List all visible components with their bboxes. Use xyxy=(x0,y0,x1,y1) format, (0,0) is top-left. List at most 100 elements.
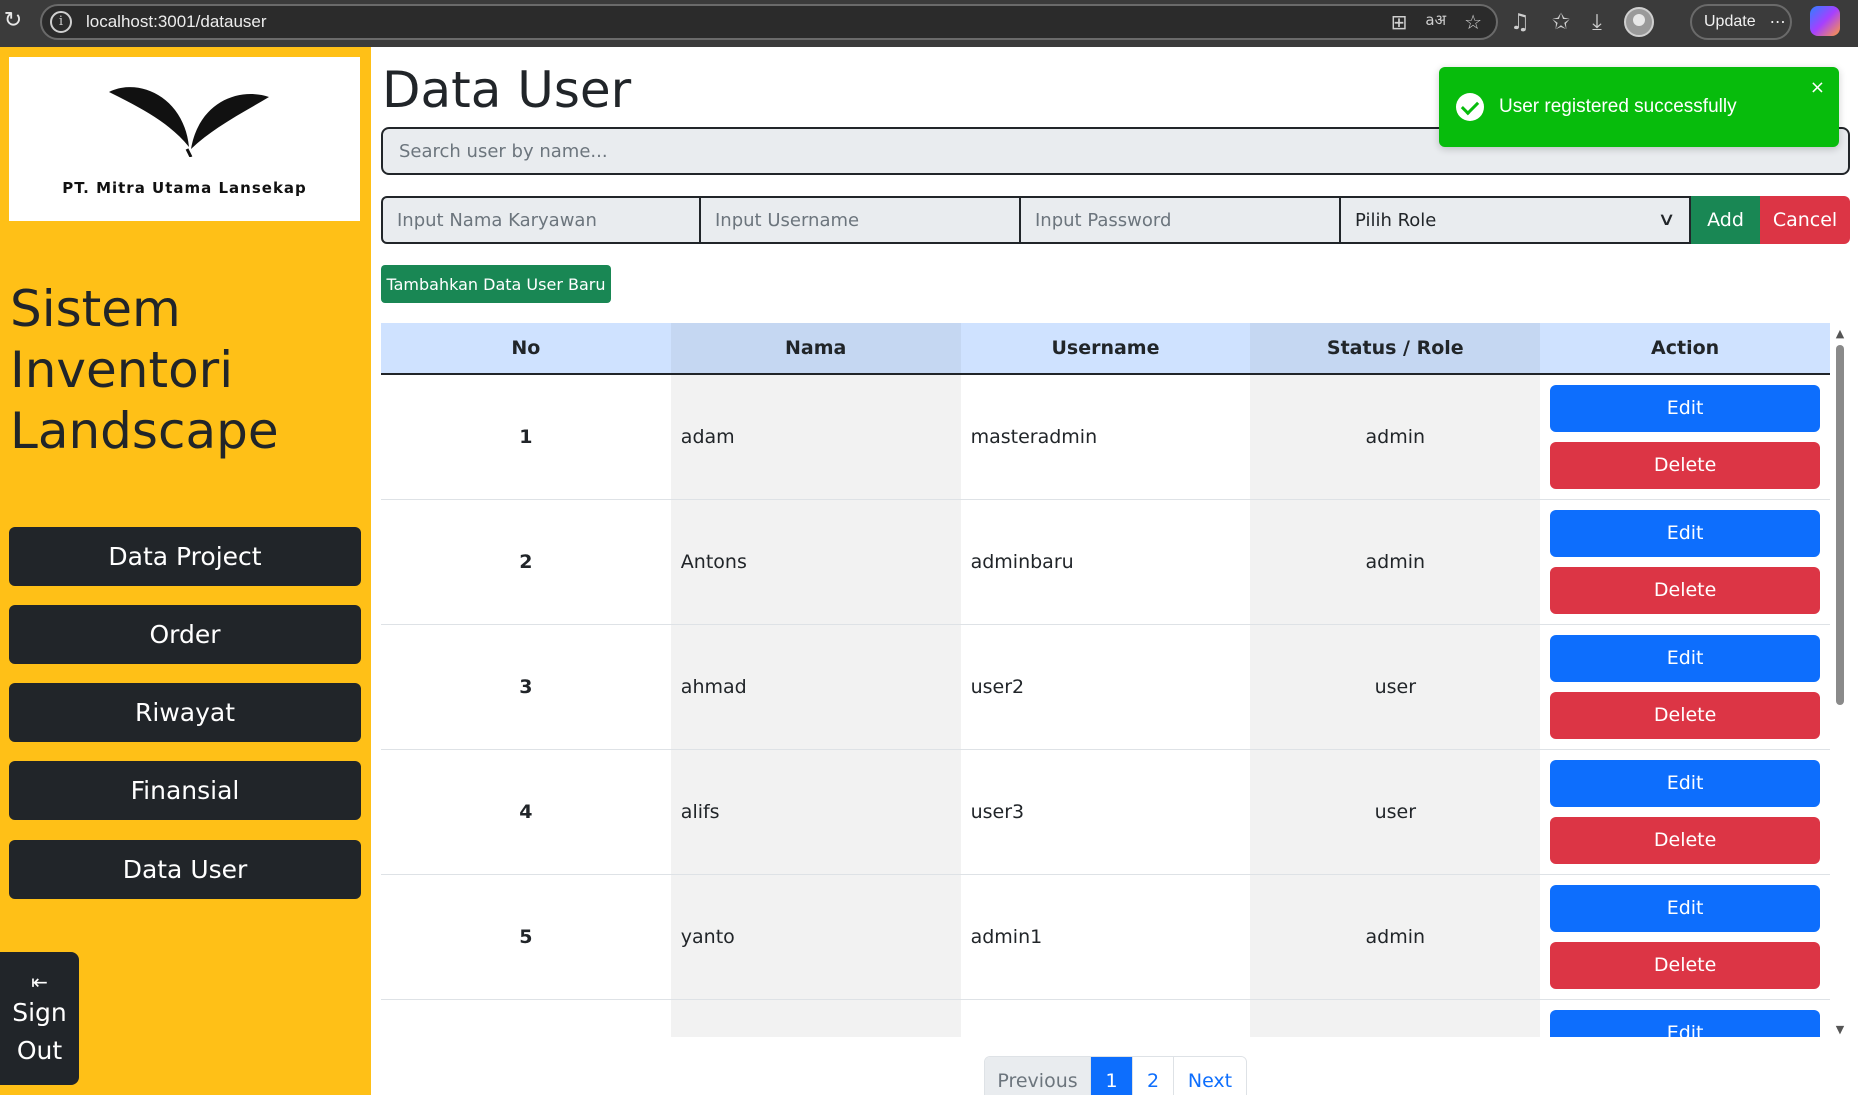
username-input[interactable] xyxy=(701,196,1021,244)
profile-avatar[interactable] xyxy=(1623,7,1654,37)
cell-role: user xyxy=(1250,624,1541,750)
table-header-row: No Nama Username Status / Role Action xyxy=(381,323,1830,375)
cell-action: Edit Delete xyxy=(1540,624,1830,750)
cell-username: user3 xyxy=(960,749,1251,875)
favorites-icon[interactable]: ✩ xyxy=(1552,10,1570,35)
cell-nama: Antons xyxy=(670,499,961,625)
table-row: 4 alifs user3 user Edit Delete xyxy=(381,749,1830,875)
table-row: 3 ahmad user2 user Edit Delete xyxy=(381,624,1830,750)
chevron-down-icon: ∨ xyxy=(1657,209,1676,230)
cell-username: admin1 xyxy=(960,874,1251,1000)
site-info-icon[interactable]: i xyxy=(50,11,72,33)
role-select[interactable]: Pilih Role ∨ xyxy=(1341,196,1691,244)
cell-role xyxy=(1250,999,1541,1037)
edit-button[interactable]: Edit xyxy=(1550,884,1821,932)
pagination-previous[interactable]: Previous xyxy=(985,1057,1090,1095)
password-input[interactable] xyxy=(1021,196,1341,244)
delete-button[interactable]: Delete xyxy=(1550,816,1821,864)
cell-nama: adam xyxy=(670,374,961,500)
cell-nama: ahmad xyxy=(670,624,961,750)
sidebar: PT. Mitra Utama Lansekap Sistem Inventor… xyxy=(0,47,371,1095)
add-user-form: Pilih Role ∨ Add Cancel xyxy=(381,196,1850,244)
cell-username: adminbaru xyxy=(960,499,1251,625)
table-row: 5 yanto admin1 admin Edit Delete xyxy=(381,874,1830,1000)
sign-out-line1: Sign xyxy=(12,998,67,1027)
add-new-user-button[interactable]: Tambahkan Data User Baru xyxy=(381,265,611,303)
extensions-icon[interactable]: ♫ xyxy=(1510,10,1530,35)
more-icon[interactable]: ⋯ xyxy=(1770,12,1786,32)
edit-button[interactable]: Edit xyxy=(1550,1009,1821,1037)
header-nama: Nama xyxy=(670,323,961,375)
cell-nama: yanto xyxy=(670,874,961,1000)
user-table-container: No Nama Username Status / Role Action 1 … xyxy=(381,323,1830,1037)
check-circle-icon xyxy=(1456,93,1484,121)
downloads-icon[interactable]: ⤓ xyxy=(1592,10,1602,35)
reload-icon[interactable]: ↻ xyxy=(0,8,26,34)
copilot-icon[interactable] xyxy=(1810,6,1840,36)
split-screen-icon[interactable]: ⊞ xyxy=(1391,10,1408,34)
cell-role: user xyxy=(1250,749,1541,875)
cell-nama xyxy=(670,999,961,1037)
update-button[interactable]: Update ⋯ xyxy=(1690,4,1792,40)
success-toast: User registered successfully × xyxy=(1439,67,1839,147)
cell-action: Edit Delete xyxy=(1540,999,1830,1037)
cancel-button[interactable]: Cancel xyxy=(1760,196,1850,244)
cell-no: 1 xyxy=(381,374,671,500)
logo-text: PT. Mitra Utama Lansekap xyxy=(62,179,307,197)
pagination-page-2[interactable]: 2 xyxy=(1132,1057,1173,1095)
cell-no: 4 xyxy=(381,749,671,875)
page-title: Data User xyxy=(382,61,632,119)
pagination: Previous 1 2 Next xyxy=(984,1056,1247,1095)
header-username: Username xyxy=(960,323,1251,375)
address-bar[interactable]: i localhost:3001/datauser ⊞ a⁠अ ☆ xyxy=(40,4,1498,40)
table-scrollbar[interactable]: ▲ ▼ xyxy=(1833,327,1847,1037)
scroll-down-icon[interactable]: ▼ xyxy=(1833,1023,1847,1037)
delete-button[interactable]: Delete xyxy=(1550,441,1821,489)
cell-role: admin xyxy=(1250,374,1541,500)
cell-action: Edit Delete xyxy=(1540,374,1830,500)
leaf-logo-icon xyxy=(109,87,269,157)
user-table: No Nama Username Status / Role Action 1 … xyxy=(381,323,1830,1037)
pagination-page-1[interactable]: 1 xyxy=(1090,1057,1132,1095)
cell-username: user2 xyxy=(960,624,1251,750)
logout-icon: ⇤ xyxy=(31,970,48,994)
cell-no: 3 xyxy=(381,624,671,750)
header-role: Status / Role xyxy=(1250,323,1541,375)
cell-username: masteradmin xyxy=(960,374,1251,500)
cell-username xyxy=(960,999,1251,1037)
nav-item-finansial[interactable]: Finansial xyxy=(9,761,361,820)
translate-icon[interactable]: a⁠अ xyxy=(1425,10,1446,34)
update-label: Update xyxy=(1704,13,1756,30)
scroll-up-icon[interactable]: ▲ xyxy=(1833,327,1847,341)
favorite-star-icon[interactable]: ☆ xyxy=(1464,10,1482,34)
table-row: 2 Antons adminbaru admin Edit Delete xyxy=(381,499,1830,625)
edit-button[interactable]: Edit xyxy=(1550,759,1821,807)
delete-button[interactable]: Delete xyxy=(1550,566,1821,614)
nav-item-data-user[interactable]: Data User xyxy=(9,840,361,899)
edit-button[interactable]: Edit xyxy=(1550,509,1821,557)
cell-nama: alifs xyxy=(670,749,961,875)
delete-button[interactable]: Delete xyxy=(1550,691,1821,739)
url-text: localhost:3001/datauser xyxy=(86,12,267,31)
close-icon[interactable]: × xyxy=(1810,77,1825,98)
cell-action: Edit Delete xyxy=(1540,749,1830,875)
cell-no: 2 xyxy=(381,499,671,625)
header-no: No xyxy=(381,323,671,375)
delete-button[interactable]: Delete xyxy=(1550,941,1821,989)
scrollbar-thumb[interactable] xyxy=(1836,345,1844,705)
company-logo: PT. Mitra Utama Lansekap xyxy=(9,57,360,221)
header-action: Action xyxy=(1540,323,1830,375)
nav-item-data-project[interactable]: Data Project xyxy=(9,527,361,586)
edit-button[interactable]: Edit xyxy=(1550,384,1821,432)
add-button[interactable]: Add xyxy=(1691,196,1760,244)
sign-out-button[interactable]: ⇤ Sign Out xyxy=(0,952,79,1085)
table-row: 1 adam masteradmin admin Edit Delete xyxy=(381,374,1830,500)
nav-item-riwayat[interactable]: Riwayat xyxy=(9,683,361,742)
pagination-next[interactable]: Next xyxy=(1173,1057,1246,1095)
edit-button[interactable]: Edit xyxy=(1550,634,1821,682)
nav-item-order[interactable]: Order xyxy=(9,605,361,664)
cell-no xyxy=(381,999,671,1037)
table-row: Edit Delete xyxy=(381,999,1830,1037)
cell-role: admin xyxy=(1250,499,1541,625)
nama-karyawan-input[interactable] xyxy=(381,196,701,244)
